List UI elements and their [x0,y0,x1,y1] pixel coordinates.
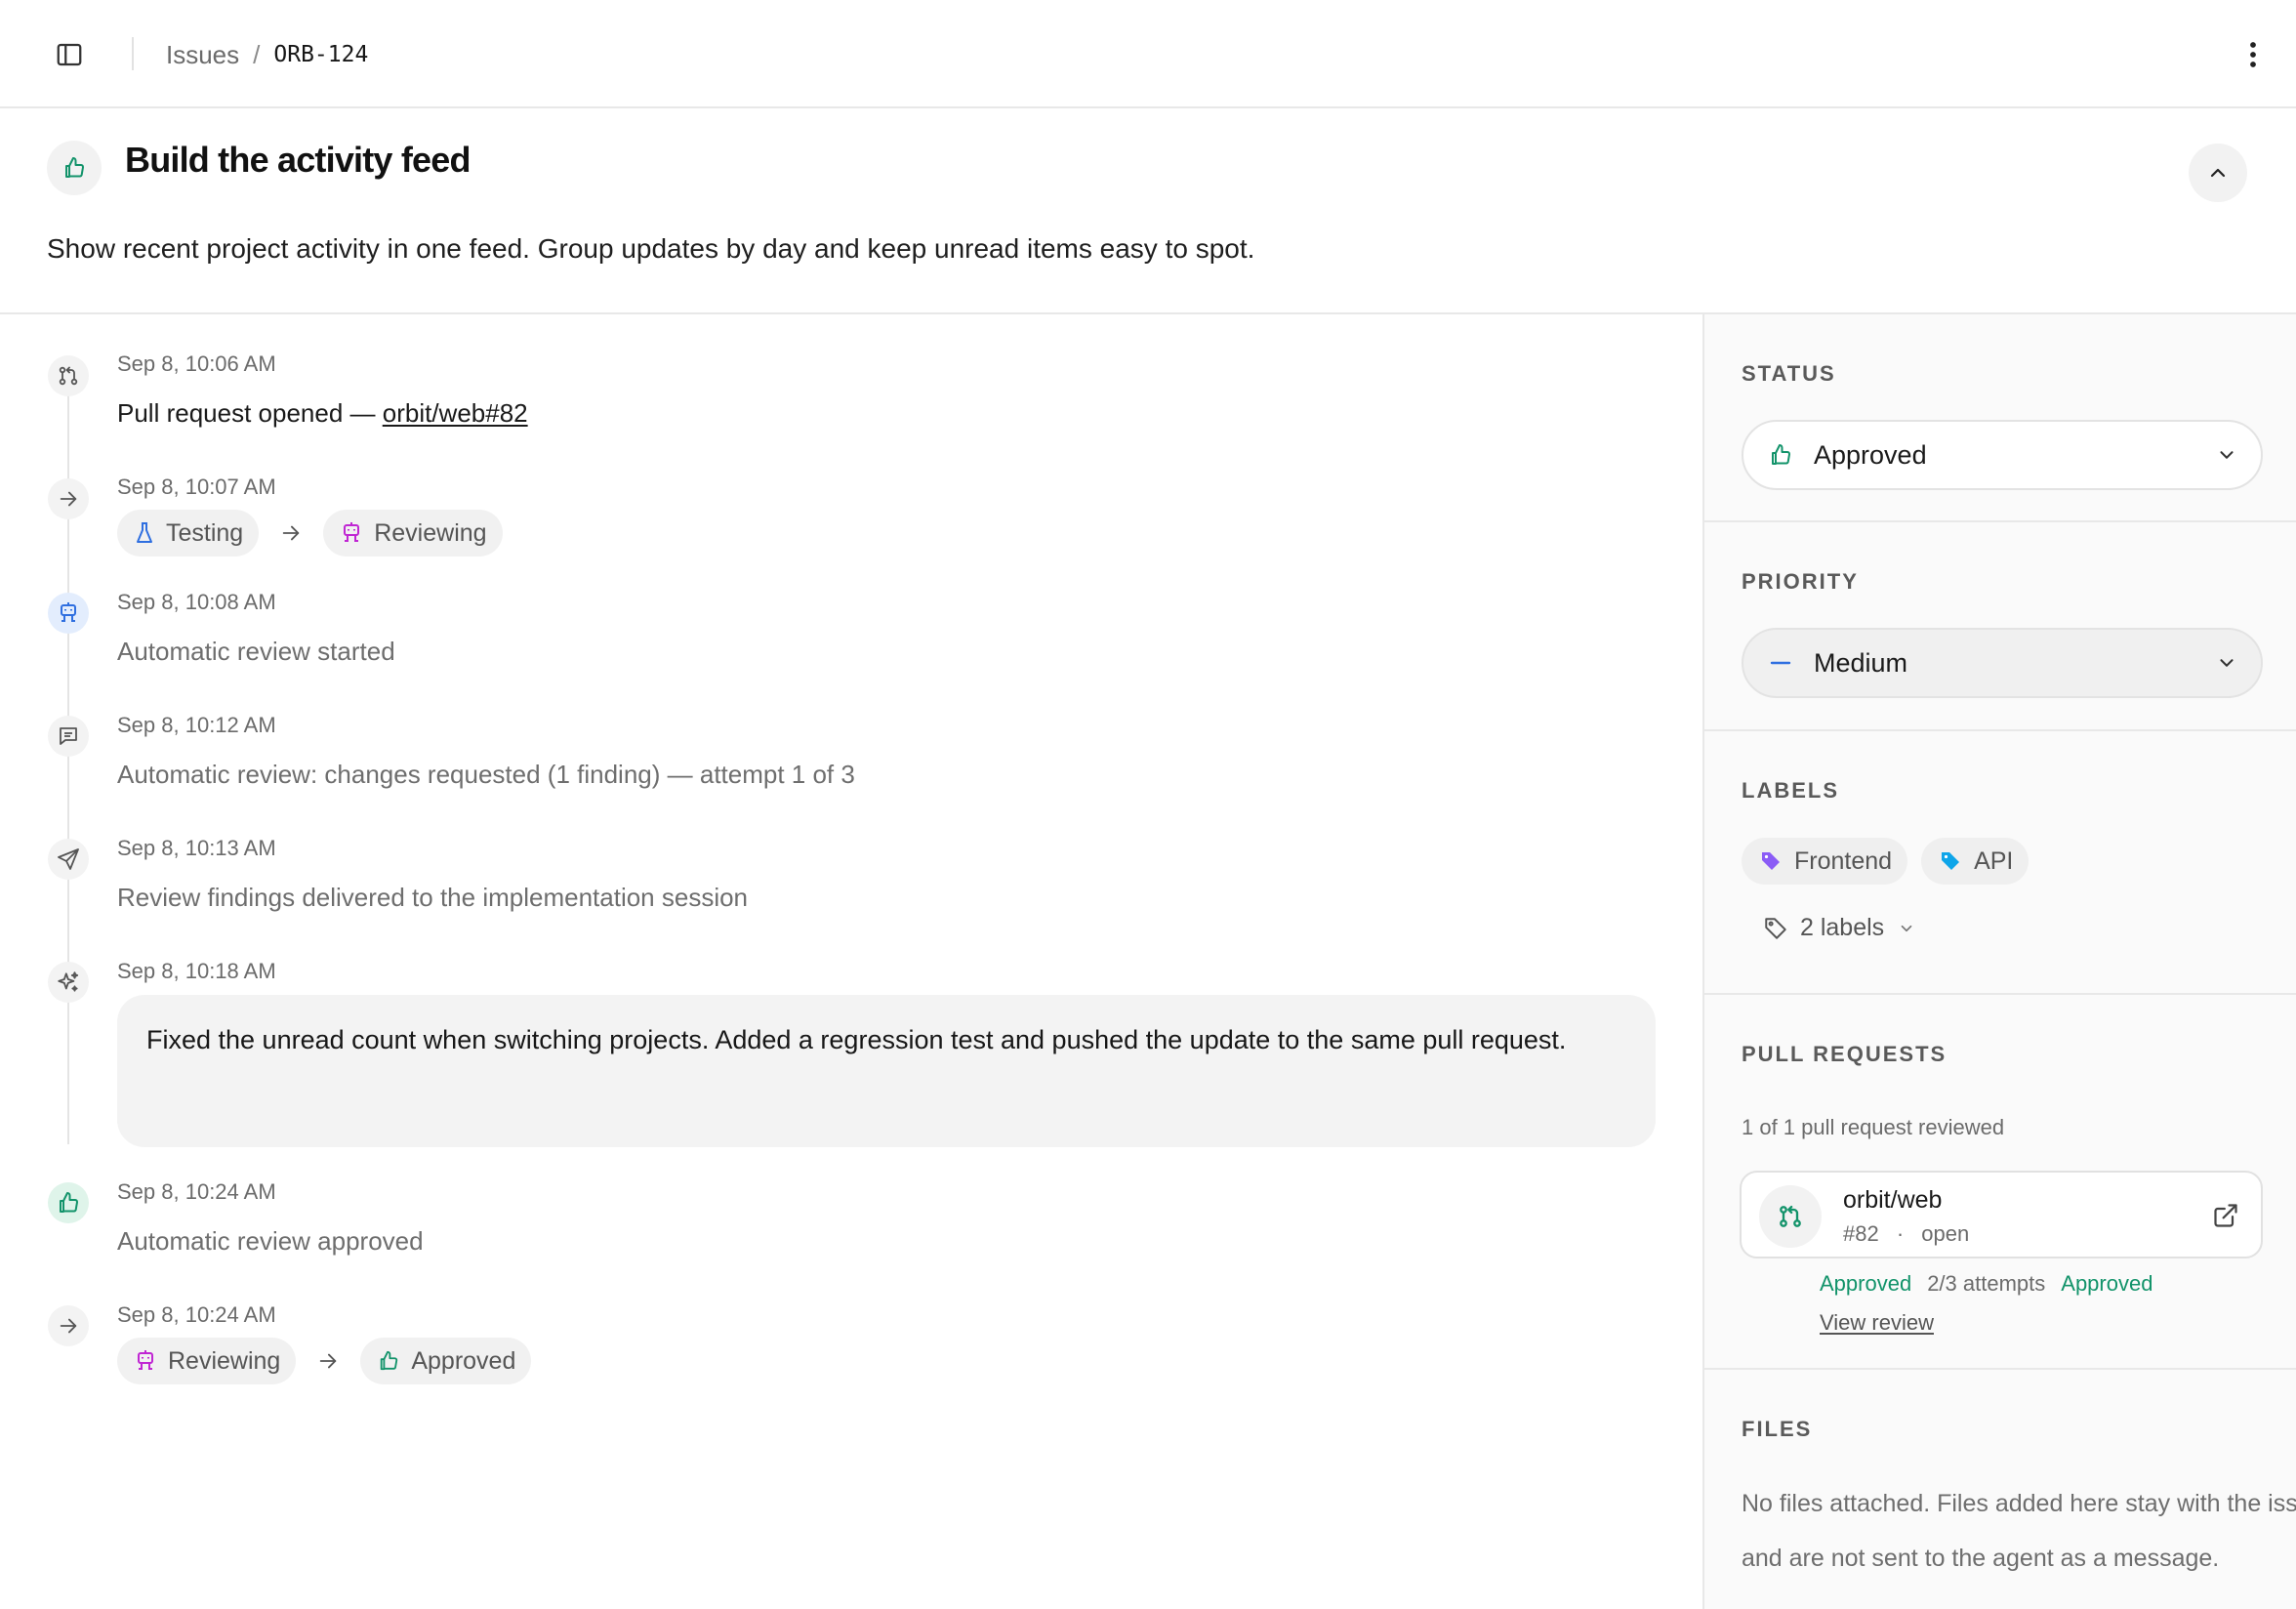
event-time: Sep 8, 10:06 AM [117,351,276,376]
labels-dropdown-text: 2 labels [1800,914,1885,941]
pull-request-state: open [1921,1221,1970,1246]
review-status-approved: Approved [1820,1271,1912,1296]
status-chip-reviewing: Reviewing [117,1338,297,1384]
status-chip-reviewing: Reviewing [323,510,503,557]
event-text: Review findings delivered to the impleme… [117,883,749,912]
tag-icon [1762,852,1780,870]
event-time: Sep 8, 10:12 AM [117,713,276,737]
issue-header: Build the activity feed Show recent proj… [0,108,2296,314]
robot-icon [138,1350,153,1370]
status-value: Approved [1814,439,1927,470]
event-time: Sep 8, 10:07 AM [117,474,276,499]
pull-request-link[interactable]: orbit/web#82 [383,398,528,428]
label-chip-frontend[interactable]: Frontend [1742,838,1908,885]
pull-request-meta-separator: · [1896,1221,1905,1246]
event-text-prefix: Pull request opened — [117,398,383,428]
pull-request-number: #82 [1843,1221,1879,1246]
chevron-down-icon [1901,925,1912,931]
files-empty-text: No files attached. Files added here stay… [1742,1490,2296,1572]
issue-sidebar: STATUS Approved PRIORITY Medium LABELS F… [1702,314,2296,1609]
more-options-icon[interactable] [2234,35,2273,74]
pull-request-review-status: Approved 2/3 attempts Approved [1820,1271,2152,1297]
flask-icon [137,522,152,543]
event-time: Sep 8, 10:24 AM [117,1302,276,1327]
breadcrumb-current: ORB-124 [273,42,369,67]
sidebar-toggle-icon[interactable] [53,38,86,71]
review-final-status: Approved [2061,1271,2153,1296]
chevron-down-icon [2216,652,2237,674]
status-chip-testing: Testing [117,510,260,557]
pull-request-meta: #82 · open [1843,1221,1969,1247]
breadcrumb: Issues / ORB-124 [166,35,368,74]
files-title: FILES [1742,1417,1813,1441]
view-review-link[interactable]: View review [1820,1310,1934,1336]
labels-title: LABELS [1742,778,1839,803]
git-pull-request-icon [1759,1185,1822,1248]
priority-section: PRIORITY Medium [1704,522,2296,731]
git-pull-request-icon [48,355,89,396]
label-chip-api[interactable]: API [1921,838,2030,885]
pull-request-card[interactable]: orbit/web #82 · open [1740,1171,2263,1258]
top-bar: Issues / ORB-124 [0,0,2296,108]
arrow-right-icon [48,1305,89,1346]
status-select[interactable]: Approved [1742,420,2263,490]
robot-icon [48,593,89,634]
status-transition: Testing Reviewing [117,510,503,557]
thumbs-up-icon [48,1182,89,1223]
sparkles-icon [48,962,89,1003]
status-chip-label: Reviewing [168,1346,281,1375]
agent-message-bubble: Fixed the unread count when switching pr… [117,995,1656,1147]
arrow-right-icon [280,522,302,544]
arrow-right-icon [317,1350,339,1372]
pull-requests-title: PULL REQUESTS [1742,1042,1948,1066]
priority-value: Medium [1814,647,1908,678]
status-chip-label: Testing [166,518,244,547]
priority-select[interactable]: Medium [1742,628,2263,698]
event-time: Sep 8, 10:18 AM [117,959,276,983]
review-attempts: 2/3 attempts [1927,1271,2046,1296]
tag-outline-icon [1765,917,1786,939]
status-chip-label: Approved [411,1346,516,1375]
event-text: Automatic review approved [117,1226,424,1256]
event-time: Sep 8, 10:13 AM [117,836,276,860]
pull-requests-summary: 1 of 1 pull request reviewed [1742,1115,2005,1139]
status-title: STATUS [1742,361,1836,386]
thumbs-up-icon [381,1350,398,1371]
robot-icon [344,522,360,542]
pull-request-repo: orbit/web [1843,1186,1943,1214]
message-icon [48,716,89,757]
tag-icon [1942,852,1960,870]
labels-list: Frontend API [1742,838,2042,885]
status-section: STATUS Approved [1704,314,2296,522]
activity-feed: Sep 8, 10:06 AM Pull request opened — or… [0,314,1702,1609]
status-transition: Reviewing Approved [117,1338,532,1384]
event-time: Sep 8, 10:08 AM [117,590,276,614]
topbar-divider [132,37,134,70]
chevron-down-icon [2216,444,2237,466]
event-text: Automatic review: changes requested (1 f… [117,760,855,789]
breadcrumb-separator: / [253,39,261,69]
issue-description: Show recent project activity in one feed… [47,233,1255,264]
priority-title: PRIORITY [1742,569,1859,594]
label-chip-text: Frontend [1794,846,1893,875]
event-time: Sep 8, 10:24 AM [117,1179,276,1204]
event-text: Automatic review started [117,637,395,666]
arrow-right-icon [48,478,89,519]
labels-dropdown[interactable]: 2 labels [1763,914,1927,942]
status-chip-label: Reviewing [374,518,487,547]
minus-icon [1767,651,1794,675]
event-text: Pull request opened — orbit/web#82 [117,398,528,429]
collapse-chevron-up-icon[interactable] [2189,144,2247,202]
send-icon [48,839,89,880]
thumbs-up-icon [1767,443,1794,467]
breadcrumb-issues-link[interactable]: Issues [166,40,239,70]
thumbs-up-icon [47,141,102,195]
issue-title: Build the activity feed [125,140,471,180]
status-chip-approved: Approved [360,1338,532,1384]
label-chip-text: API [1974,846,2014,875]
external-link-icon[interactable] [2212,1202,2239,1234]
